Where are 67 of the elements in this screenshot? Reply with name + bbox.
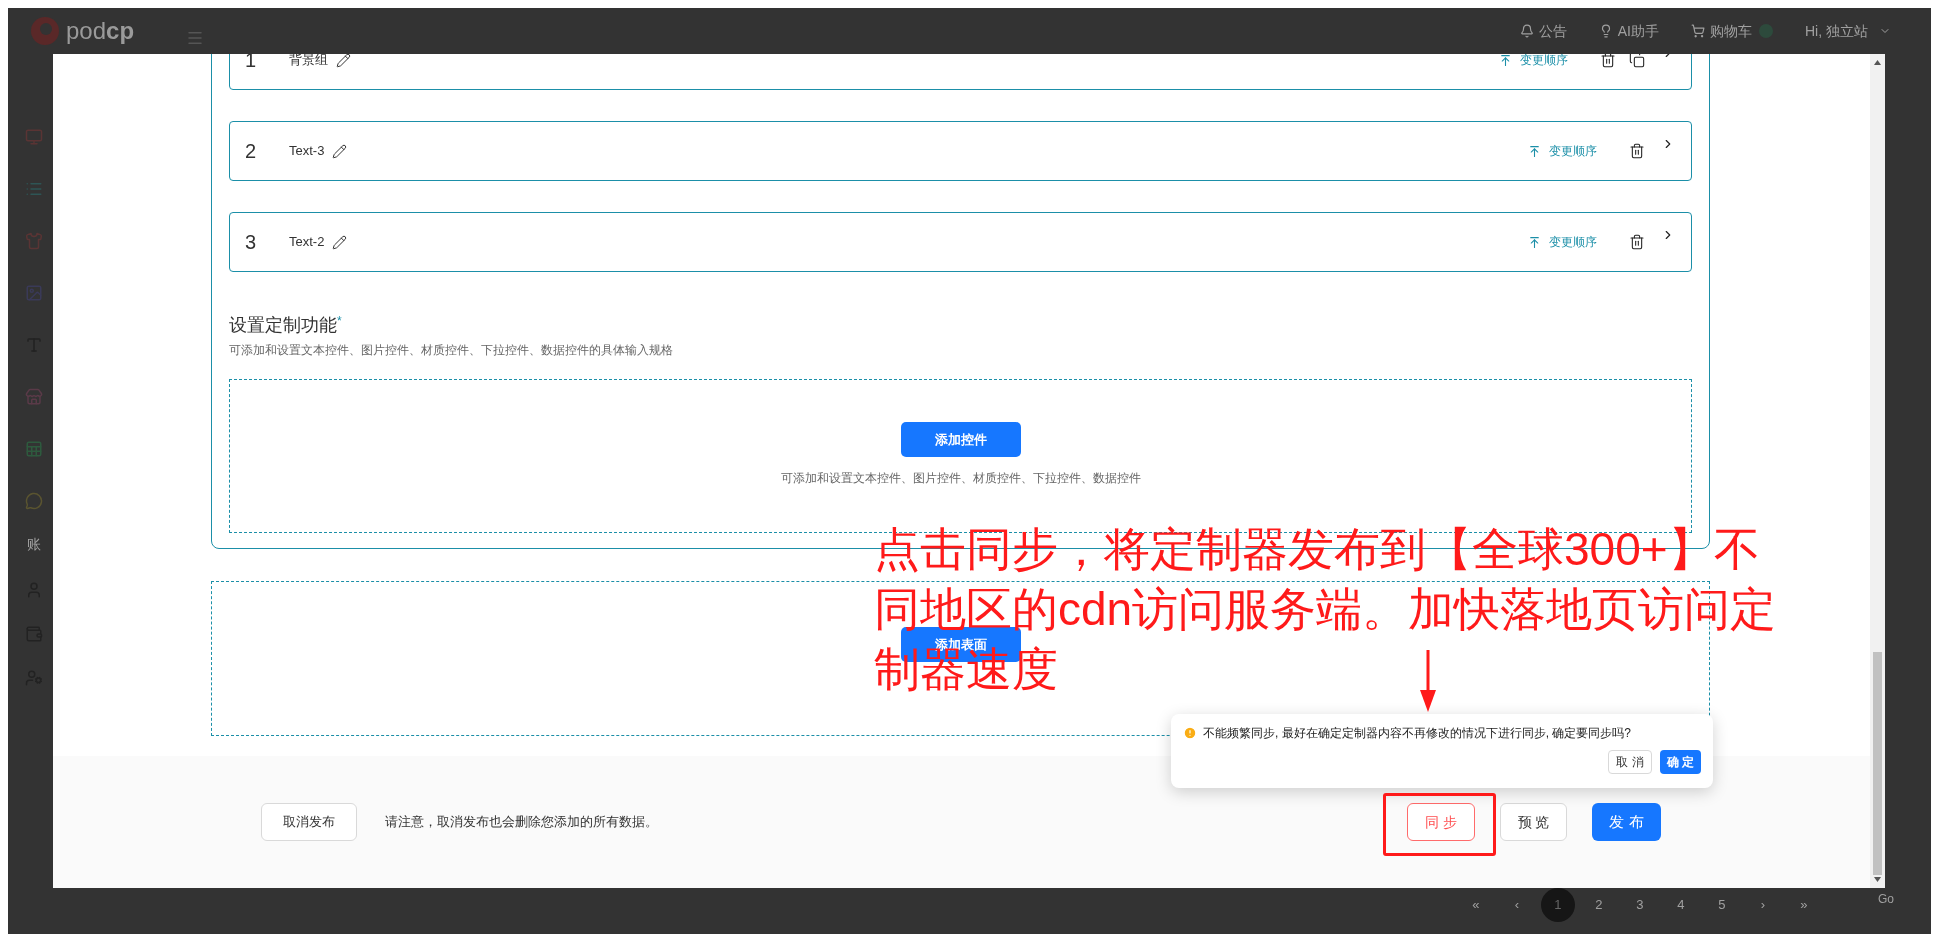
layer-row[interactable]: 2 Text-3 变更顺序 [229,121,1692,181]
scroll-up-icon[interactable] [1874,60,1881,65]
warning-icon [1183,726,1197,740]
cart-icon [1691,24,1705,38]
reorder-icon [1528,144,1541,158]
header-link[interactable]: Hi, 独立站 [1805,20,1868,42]
edit-icon[interactable] [332,234,348,250]
header-link[interactable]: 购物车 [1710,20,1752,42]
delete-icon[interactable] [1629,143,1645,159]
last-page-link[interactable]: » [1787,888,1821,922]
logo-text: podcp [66,16,135,46]
header-link[interactable]: AI助手 [1617,20,1659,42]
next-page-link[interactable]: › [1746,888,1780,922]
confirm-message: 不能频繁同步, 最好在确定定制器内容不再修改的情况下进行同步, 确定要同步吗? [1203,725,1631,742]
delete-icon[interactable] [1600,54,1616,68]
section-title: 设置定制功能* [229,313,343,337]
page-link[interactable]: 1 [1541,888,1575,922]
layer-name: Text-3 [289,142,325,161]
edit-icon[interactable] [336,54,351,68]
go-button[interactable]: Go [1878,890,1894,908]
scrollbar-thumb[interactable] [1873,652,1882,875]
layer-name: Text-2 [289,233,325,252]
sidebar-icon[interactable] [25,128,43,146]
logo-icon [30,16,60,46]
scrollbar[interactable] [1870,54,1885,888]
add-control-button[interactable]: 添加控件 [900,422,1021,457]
sync-button[interactable]: 同 步 [1407,803,1475,841]
sidebar-section-label: 账 [27,535,41,554]
prev-page-link[interactable]: ‹ [1500,888,1534,922]
edit-icon[interactable] [332,143,348,159]
sidebar-icon[interactable] [25,180,43,198]
sidebar-icon[interactable] [25,284,43,302]
footer-notice: 请注意，取消发布也会删除您添加的所有数据。 [385,813,658,832]
preview-button[interactable]: 预 览 [1500,803,1567,841]
annotation-arrow [1420,650,1436,712]
delete-icon[interactable] [1629,234,1645,250]
sidebar-icon[interactable] [25,440,43,458]
layer-index: 3 [245,230,258,255]
reorder-button[interactable]: 变更顺序 [1499,54,1568,69]
layer-row[interactable]: 1 背景组 变更顺序 [229,54,1692,90]
cancel-publish-button[interactable]: 取消发布 [261,803,357,841]
publish-button[interactable]: 发 布 [1592,803,1661,841]
dropzone-hint: 可添加和设置文本控件、图片控件、材质控件、下拉控件、数据控件 [780,470,1141,487]
page-link[interactable]: 2 [1582,888,1616,922]
section-description: 可添加和设置文本控件、图片控件、材质控件、下拉控件、数据控件的具体输入规格 [229,342,674,359]
layer-row[interactable]: 3 Text-2 变更顺序 [229,212,1692,272]
layer-name: 背景组 [289,54,328,70]
sidebar-icon[interactable] [25,388,43,406]
page-link[interactable]: 3 [1623,888,1657,922]
header-link[interactable]: 公告 [1538,20,1567,42]
reorder-button[interactable]: 变更顺序 [1528,233,1597,251]
cancel-button[interactable]: 取 消 [1608,750,1652,774]
copy-icon[interactable] [1629,54,1645,68]
reorder-icon [1528,235,1541,249]
layer-index: 1 [245,54,258,73]
scroll-down-icon[interactable] [1874,877,1881,882]
page-link[interactable]: 5 [1705,888,1739,922]
bell-icon [1519,24,1534,38]
layer-index: 2 [245,139,258,164]
reorder-icon [1499,54,1512,67]
reorder-button[interactable]: 变更顺序 [1528,142,1597,160]
confirm-button[interactable]: 确 定 [1659,750,1701,774]
sidebar-icon[interactable] [25,492,43,510]
menu-icon[interactable] [186,29,205,47]
page-link[interactable]: 4 [1664,888,1698,922]
sidebar-icon[interactable] [25,232,43,250]
first-page-link[interactable]: « [1459,888,1493,922]
